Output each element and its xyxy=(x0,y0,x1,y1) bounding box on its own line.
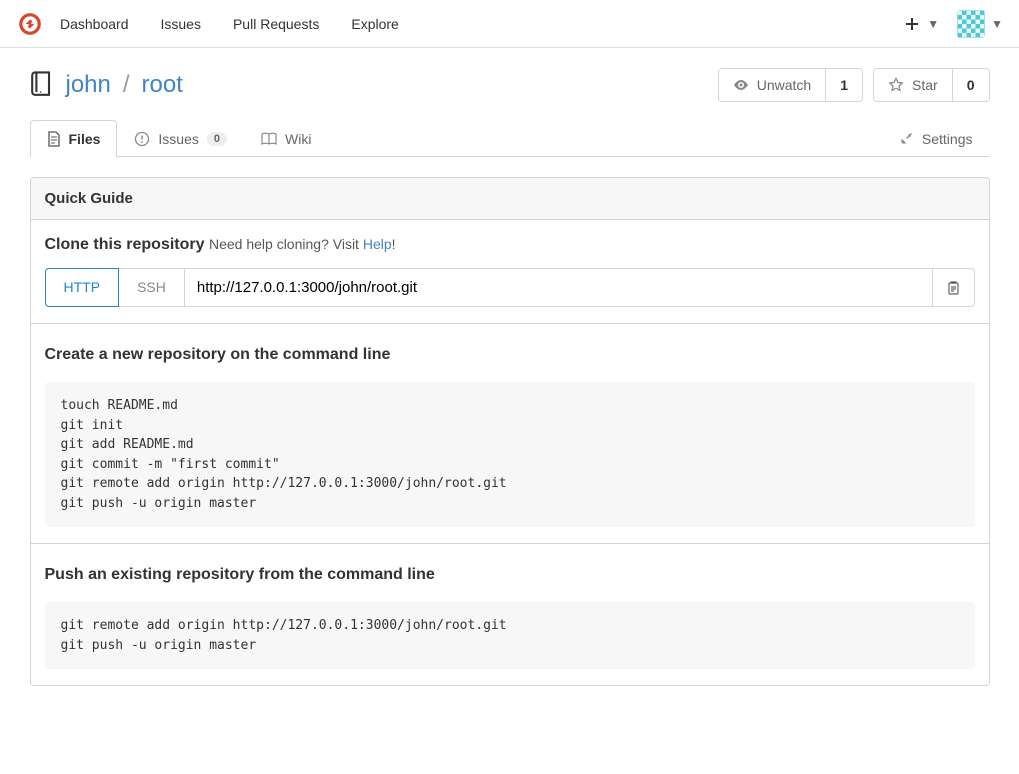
star-label: Star xyxy=(912,77,938,93)
clone-section: Clone this repository Need help cloning?… xyxy=(31,220,989,324)
tab-wiki-label: Wiki xyxy=(285,131,311,147)
owner-link[interactable]: john xyxy=(66,71,111,99)
breadcrumb-sep: / xyxy=(123,71,130,99)
unwatch-label: Unwatch xyxy=(757,77,811,93)
help-link[interactable]: Help xyxy=(363,236,392,252)
book-icon xyxy=(261,132,277,146)
create-menu[interactable]: ▼ xyxy=(905,17,939,31)
clone-heading: Clone this repository Need help cloning?… xyxy=(45,236,975,254)
plus-icon xyxy=(905,17,919,31)
nav-dashboard[interactable]: Dashboard xyxy=(60,16,129,32)
tab-files-label: Files xyxy=(69,131,101,147)
tab-settings-label: Settings xyxy=(922,131,973,147)
quick-guide-header: Quick Guide xyxy=(31,178,989,220)
clone-http-tab[interactable]: HTTP xyxy=(45,268,120,307)
tab-issues[interactable]: Issues 0 xyxy=(117,120,244,157)
tools-icon xyxy=(898,131,914,147)
create-code-block[interactable]: touch README.md git init git add README.… xyxy=(45,382,975,527)
file-icon xyxy=(47,131,61,147)
page-container: john / root Unwatch 1 Star xyxy=(10,48,1010,706)
avatar xyxy=(957,10,985,38)
star-button[interactable]: Star 0 xyxy=(873,68,989,102)
clone-ssh-tab[interactable]: SSH xyxy=(119,268,185,307)
tab-settings[interactable]: Settings xyxy=(881,120,990,157)
unwatch-button[interactable]: Unwatch 1 xyxy=(718,68,863,102)
gogs-logo[interactable] xyxy=(16,10,44,38)
repo-icon xyxy=(30,71,54,99)
tab-files[interactable]: Files xyxy=(30,120,118,157)
repo-title: john / root xyxy=(30,71,183,99)
issue-icon xyxy=(134,131,150,147)
repo-actions: Unwatch 1 Star 0 xyxy=(718,68,990,102)
create-heading: Create a new repository on the command l… xyxy=(45,346,975,364)
nav-explore[interactable]: Explore xyxy=(351,16,398,32)
push-repo-section: Push an existing repository from the com… xyxy=(31,544,989,685)
tab-wiki[interactable]: Wiki xyxy=(244,120,328,157)
star-icon xyxy=(888,77,904,93)
tab-issues-label: Issues xyxy=(158,131,198,147)
issues-count-badge: 0 xyxy=(207,132,227,146)
nav-issues[interactable]: Issues xyxy=(161,16,201,32)
repo-link[interactable]: root xyxy=(142,71,183,99)
help-suffix: ! xyxy=(392,236,396,252)
caret-down-icon: ▼ xyxy=(927,17,939,31)
clipboard-icon xyxy=(945,280,961,296)
copy-url-button[interactable] xyxy=(933,268,975,307)
user-menu[interactable]: ▼ xyxy=(957,10,1003,38)
topbar: Dashboard Issues Pull Requests Explore ▼… xyxy=(0,0,1019,48)
clone-url-input[interactable] xyxy=(185,268,933,307)
caret-down-icon: ▼ xyxy=(991,17,1003,31)
repo-header: john / root Unwatch 1 Star xyxy=(30,68,990,102)
eye-icon xyxy=(733,77,749,93)
create-repo-section: Create a new repository on the command l… xyxy=(31,324,989,544)
repo-tabs: Files Issues 0 Wiki Settings xyxy=(30,120,990,157)
star-count[interactable]: 0 xyxy=(952,69,989,101)
push-heading: Push an existing repository from the com… xyxy=(45,566,975,584)
clone-url-group: HTTP SSH xyxy=(45,268,975,307)
quick-guide-panel: Quick Guide Clone this repository Need h… xyxy=(30,177,990,686)
nav-pulls[interactable]: Pull Requests xyxy=(233,16,319,32)
watch-count[interactable]: 1 xyxy=(825,69,862,101)
topbar-right: ▼ ▼ xyxy=(905,10,1003,38)
push-code-block[interactable]: git remote add origin http://127.0.0.1:3… xyxy=(45,602,975,669)
help-prefix: Need help cloning? Visit xyxy=(209,236,363,252)
topnav: Dashboard Issues Pull Requests Explore xyxy=(60,16,905,32)
